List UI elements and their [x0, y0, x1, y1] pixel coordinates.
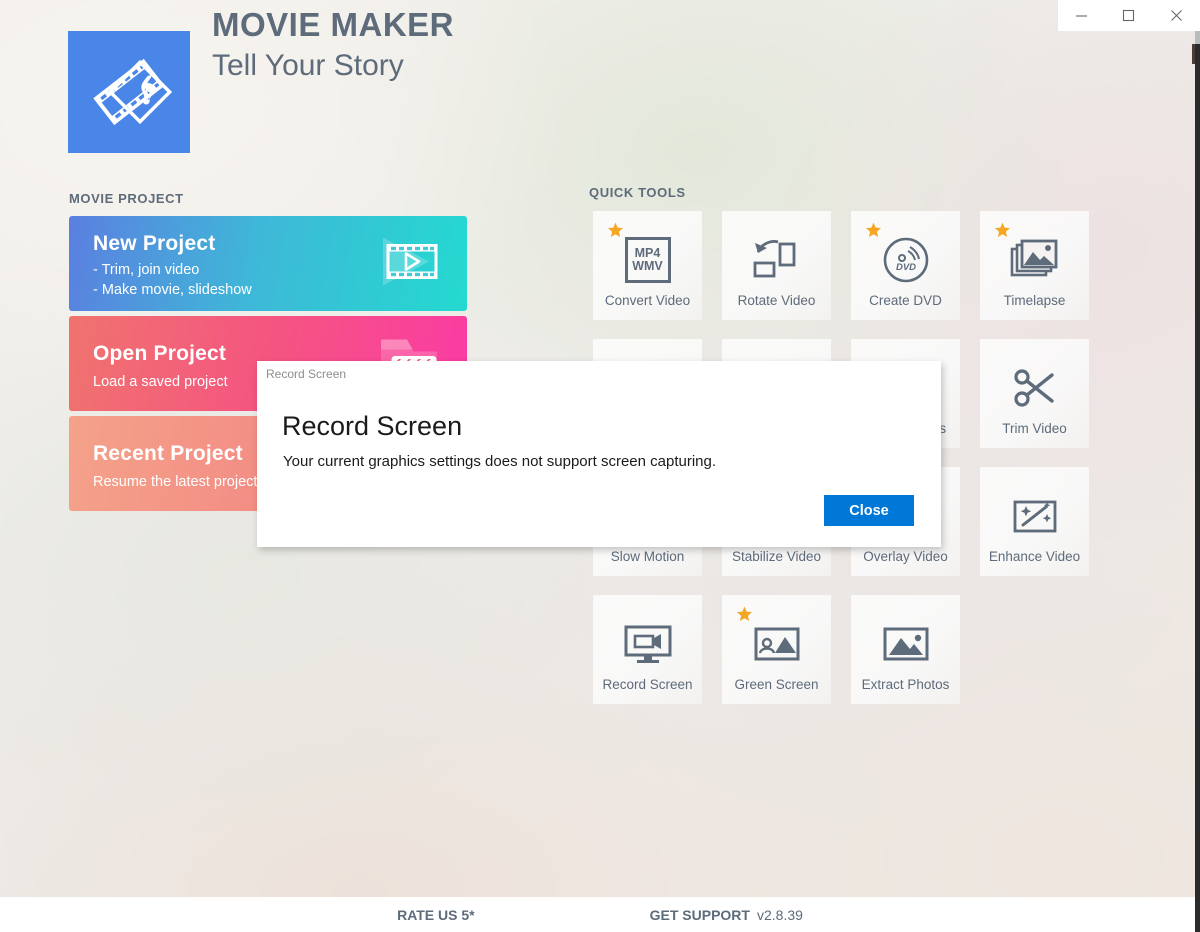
quick-tools-heading: QUICK TOOLS — [589, 185, 686, 200]
open-project-title: Open Project — [93, 342, 227, 365]
rate-us-link[interactable]: RATE US 5* — [397, 907, 475, 923]
tool-label: Overlay Video — [863, 549, 948, 564]
tool-label: Extract Photos — [861, 677, 950, 692]
minimize-button[interactable] — [1058, 0, 1105, 31]
star-icon — [865, 222, 882, 244]
maximize-icon — [1123, 9, 1135, 22]
tool-label: Slow Motion — [610, 549, 685, 564]
open-project-subtitle: Load a saved project — [93, 374, 228, 390]
monitor-camera-icon — [622, 617, 674, 671]
tool-label: Enhance Video — [988, 549, 1081, 564]
tool-tile-rotate-video[interactable]: Rotate Video — [722, 211, 831, 320]
stacked-photos-icon — [1009, 233, 1061, 287]
tool-tile-record-screen[interactable]: Record Screen — [593, 595, 702, 704]
scissors-icon — [1010, 361, 1060, 415]
window-titlebar — [1058, 0, 1200, 31]
window-right-edge — [1195, 0, 1200, 932]
bottom-bar: RATE US 5* GET SUPPORT v2.8.39 — [0, 897, 1200, 932]
close-icon — [1170, 10, 1182, 21]
maximize-button[interactable] — [1105, 0, 1152, 31]
minimize-icon — [1076, 15, 1088, 17]
tool-label: Convert Video — [604, 293, 691, 308]
app-tagline: Tell Your Story — [212, 48, 404, 82]
movie-project-heading: MOVIE PROJECT — [69, 191, 184, 206]
person-photo-icon — [751, 617, 803, 671]
dialog-titlebar-label: Record Screen — [266, 367, 347, 381]
close-button[interactable] — [1153, 0, 1200, 31]
page-title: MOVIE MAKER — [212, 6, 455, 43]
rotate-rectangles-icon — [752, 233, 802, 287]
photo-icon — [880, 617, 932, 671]
new-project-subtitle: - Trim, join video - Make movie, slidesh… — [93, 262, 252, 298]
version-label: v2.8.39 — [756, 906, 803, 923]
dialog-titlebar: Record Screen — [257, 361, 941, 387]
tool-label: Record Screen — [602, 677, 693, 692]
app-header — [68, 31, 190, 153]
tool-label: Green Screen — [734, 677, 819, 692]
record-screen-dialog: Record Screen Record Screen Your current… — [257, 361, 941, 547]
tool-tile-timelapse[interactable]: Timelapse — [980, 211, 1089, 320]
get-support-link[interactable]: GET SUPPORT v2.8.39 — [650, 907, 803, 923]
magic-wand-icon — [1010, 489, 1060, 543]
dvd-disc-icon: DVD — [881, 233, 931, 287]
new-project-card[interactable]: New Project - Trim, join video - Make mo… — [69, 216, 467, 311]
star-icon — [994, 222, 1011, 244]
new-project-title: New Project — [93, 232, 216, 255]
film-strip-music-note-icon — [93, 58, 172, 126]
star-icon — [607, 222, 624, 244]
tool-tile-trim-video[interactable]: Trim Video — [980, 339, 1089, 448]
star-icon — [736, 606, 753, 628]
recent-project-subtitle: Resume the latest project — [93, 474, 258, 490]
app-title-block: MOVIE MAKER Tell Your Story — [212, 6, 454, 84]
tool-label: Stabilize Video — [731, 549, 822, 564]
get-support-label: GET SUPPORT — [649, 906, 750, 923]
tool-tile-create-dvd[interactable]: DVD Create DVD — [851, 211, 960, 320]
recent-project-title: Recent Project — [93, 442, 243, 465]
tool-tile-green-screen[interactable]: Green Screen — [722, 595, 831, 704]
tool-tile-extract-photos[interactable]: Extract Photos — [851, 595, 960, 704]
app-logo — [68, 31, 190, 153]
mp4-wmv-box-icon: MP4 WMV — [624, 233, 671, 287]
tool-tile-enhance-video[interactable]: Enhance Video — [980, 467, 1089, 576]
tool-label: Rotate Video — [737, 293, 816, 308]
film-play-icon — [373, 225, 445, 302]
tool-tile-convert-video[interactable]: MP4 WMV Convert Video — [593, 211, 702, 320]
tool-label: Trim Video — [1002, 421, 1067, 436]
rate-us-label: RATE US 5* — [397, 906, 475, 923]
dialog-message: Your current graphics settings does not … — [283, 453, 717, 470]
dialog-close-button[interactable]: Close — [824, 495, 914, 526]
svg-text:DVD: DVD — [895, 262, 915, 273]
tool-label: Timelapse — [1003, 293, 1066, 308]
convert-format-line2: WMV — [632, 259, 663, 273]
dialog-heading: Record Screen — [282, 411, 463, 441]
tool-label: Create DVD — [869, 293, 942, 308]
